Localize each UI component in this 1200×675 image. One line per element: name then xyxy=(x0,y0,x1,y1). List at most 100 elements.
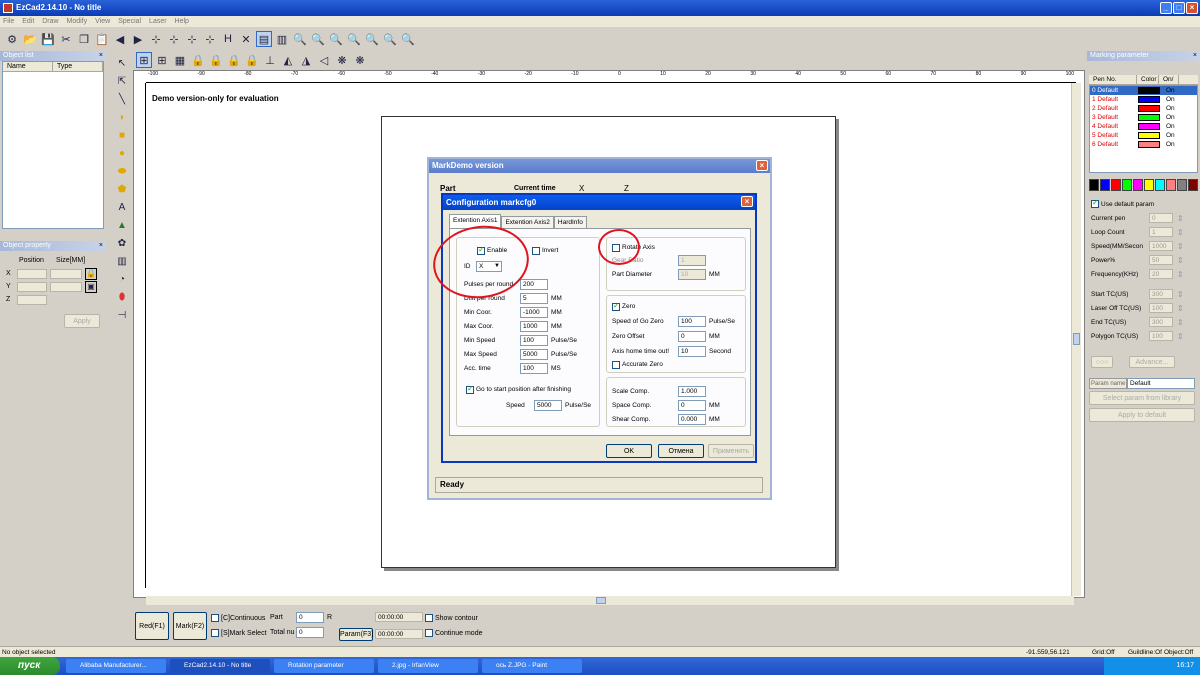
open-file-icon[interactable]: 📂 xyxy=(22,31,38,47)
line-icon[interactable]: ╲ xyxy=(114,91,130,107)
pen-row[interactable]: 5 Default On xyxy=(1090,131,1197,140)
task-irfanview[interactable]: 2.jpg - IrfanView xyxy=(378,659,478,673)
image-icon[interactable]: ▲ xyxy=(114,217,130,233)
ok-button[interactable]: OK xyxy=(606,444,652,458)
pen-on[interactable]: On xyxy=(1160,95,1175,104)
scroll-thumb[interactable] xyxy=(1073,333,1080,345)
vertical-scrollbar[interactable] xyxy=(1071,83,1081,596)
transform-icon[interactable]: ⊥ xyxy=(262,52,278,68)
config-field-input[interactable]: 5 xyxy=(520,293,548,304)
align-icon[interactable]: ▦ xyxy=(172,52,188,68)
node-remove-icon[interactable]: ⊹ xyxy=(202,31,218,47)
menu-special[interactable]: Special xyxy=(115,18,144,25)
palette-color-swatch[interactable] xyxy=(1133,179,1143,191)
vector-file-icon[interactable]: ✿ xyxy=(114,235,130,251)
palette-color-swatch[interactable] xyxy=(1111,179,1121,191)
goto-start-checkbox[interactable] xyxy=(466,384,474,394)
pen-on[interactable]: On xyxy=(1160,86,1175,95)
pen-color-swatch[interactable] xyxy=(1138,105,1160,112)
lock-icon[interactable]: 🔒 xyxy=(190,52,206,68)
spin-icon[interactable]: ⇕ xyxy=(1173,304,1184,313)
pen-on[interactable]: On xyxy=(1160,131,1175,140)
pen-row[interactable]: 1 Default On xyxy=(1090,95,1197,104)
menu-modify[interactable]: Modify xyxy=(64,18,91,25)
zoom-icon[interactable]: 🔍 xyxy=(292,31,308,47)
task-ezcad[interactable]: EzCad2.14.10 - No title xyxy=(170,659,270,673)
config-field-input[interactable]: 5000 xyxy=(520,349,548,360)
show-contour-checkbox[interactable] xyxy=(425,614,433,622)
pen-color-swatch[interactable] xyxy=(1138,132,1160,139)
continue-mode-checkbox[interactable] xyxy=(425,629,433,637)
total-field[interactable]: 0 xyxy=(296,627,324,638)
ellipse-icon[interactable]: ⬬ xyxy=(114,163,130,179)
advance-button[interactable]: Advance... xyxy=(1129,356,1175,368)
col-pen-no[interactable]: Pen No. xyxy=(1089,75,1137,84)
config-field-input[interactable]: 200 xyxy=(520,279,548,290)
trim-icon[interactable]: ❋ xyxy=(352,52,368,68)
flip-icon[interactable]: ◁ xyxy=(316,52,332,68)
weld-icon[interactable]: ❋ xyxy=(334,52,350,68)
node-add-icon[interactable]: ⊹ xyxy=(184,31,200,47)
circle-icon[interactable]: ● xyxy=(114,145,130,161)
barcode-icon[interactable]: ▥ xyxy=(274,31,290,47)
palette-color-swatch[interactable] xyxy=(1155,179,1165,191)
zero-checkbox[interactable] xyxy=(612,301,620,311)
close-icon[interactable]: × xyxy=(1186,2,1198,14)
config-icon[interactable]: ▤ xyxy=(256,31,272,47)
pen-color-swatch[interactable] xyxy=(1138,87,1160,94)
pen-on[interactable]: On xyxy=(1160,122,1175,131)
close-icon[interactable]: × xyxy=(756,160,768,171)
zoom-in-icon[interactable]: 🔍 xyxy=(310,31,326,47)
menu-edit[interactable]: Edit xyxy=(19,18,37,25)
close-icon[interactable]: × xyxy=(99,241,103,251)
object-list[interactable]: Name Type xyxy=(2,61,104,229)
tab-hardinfo[interactable]: HardInfo xyxy=(553,216,587,228)
pointer-icon[interactable]: ↖ xyxy=(114,55,130,71)
pen-on[interactable]: On xyxy=(1160,113,1175,122)
param-field[interactable]: 300 xyxy=(1149,317,1173,327)
mark-select-checkbox[interactable] xyxy=(211,629,219,637)
pen-color-swatch[interactable] xyxy=(1138,123,1160,130)
pen-row[interactable]: 0 Default On xyxy=(1090,86,1197,95)
node-pointer-icon[interactable]: ⇱ xyxy=(114,73,130,89)
config-field-input[interactable]: 1.000 xyxy=(678,386,706,397)
col-type[interactable]: Type xyxy=(53,62,103,71)
config-field-input[interactable]: 100 xyxy=(520,335,548,346)
pen-row[interactable]: 4 Default On xyxy=(1090,122,1197,131)
spin-icon[interactable]: ⇕ xyxy=(1173,242,1184,251)
param-field[interactable]: 300 xyxy=(1149,289,1173,299)
part-field[interactable]: 0 xyxy=(296,612,324,623)
apply-button[interactable]: Применить xyxy=(708,444,754,458)
config-field-input[interactable]: 100 xyxy=(678,316,706,327)
pen-on[interactable]: On xyxy=(1160,140,1175,149)
barcode-icon[interactable]: ▥ xyxy=(114,253,130,269)
pen-on[interactable]: On xyxy=(1160,104,1175,113)
lock4-icon[interactable]: 🔒 xyxy=(244,52,260,68)
menu-help[interactable]: Help xyxy=(172,18,192,25)
task-paint[interactable]: ось Z.JPG - Paint xyxy=(482,659,582,673)
param-field[interactable]: 20 xyxy=(1149,269,1173,279)
spin-icon[interactable]: ⇕ xyxy=(1173,332,1184,341)
anchor-grid-icon[interactable]: ▣ xyxy=(85,280,97,293)
more-button[interactable]: ○○○ xyxy=(1091,356,1113,368)
redo-icon[interactable]: ▶ xyxy=(130,31,146,47)
cancel-button[interactable]: Отмена xyxy=(658,444,704,458)
col-on[interactable]: On/ xyxy=(1159,75,1179,84)
red-button[interactable]: Red(F1) xyxy=(135,612,169,640)
node-select-icon[interactable]: ⊹ xyxy=(148,31,164,47)
select-from-library-button[interactable]: Select param from library xyxy=(1089,391,1195,405)
apply-button[interactable]: Apply xyxy=(64,314,100,328)
param-field[interactable]: 0 xyxy=(1149,213,1173,223)
config-field-input[interactable]: 0.000 xyxy=(678,414,706,425)
settings-icon[interactable]: ⚙ xyxy=(4,31,20,47)
pen-color-swatch[interactable] xyxy=(1138,141,1160,148)
config-field-input[interactable]: -1000 xyxy=(520,307,548,318)
pen-row[interactable]: 2 Default On xyxy=(1090,104,1197,113)
menu-draw[interactable]: Draw xyxy=(39,18,61,25)
group-icon[interactable]: ⊞ xyxy=(154,52,170,68)
mirror-h-icon[interactable]: ◭ xyxy=(280,52,296,68)
io-icon[interactable]: ⬮ xyxy=(114,289,130,305)
z-position-field[interactable] xyxy=(17,294,47,305)
y-size-field[interactable] xyxy=(50,281,82,292)
hatch-icon[interactable]: H xyxy=(220,31,236,47)
